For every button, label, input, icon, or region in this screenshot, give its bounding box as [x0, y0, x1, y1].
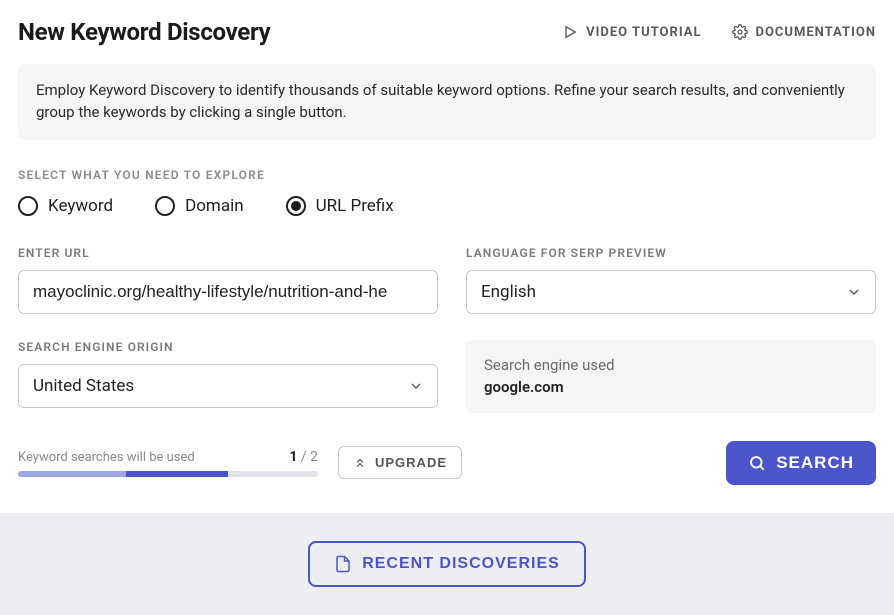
search-label: SEARCH — [776, 453, 854, 473]
radio-circle-icon — [286, 196, 306, 216]
url-field-label: ENTER URL — [18, 246, 438, 260]
origin-field-label: SEARCH ENGINE ORIGIN — [18, 340, 438, 354]
documentation-label: DOCUMENTATION — [756, 25, 877, 40]
explore-radio-url-prefix[interactable]: URL Prefix — [286, 196, 394, 216]
radio-circle-icon — [18, 196, 38, 216]
chevrons-up-icon — [353, 456, 367, 470]
page-title: New Keyword Discovery — [18, 18, 270, 46]
explore-radio-keyword[interactable]: Keyword — [18, 196, 113, 216]
search-engine-value: google.com — [484, 376, 858, 399]
origin-select[interactable]: United States — [18, 364, 438, 408]
radio-label: Keyword — [48, 196, 113, 216]
info-banner: Employ Keyword Discovery to identify tho… — [18, 64, 876, 140]
search-button[interactable]: SEARCH — [726, 441, 876, 485]
search-engine-label: Search engine used — [484, 354, 858, 377]
explore-section-label: SELECT WHAT YOU NEED TO EXPLORE — [18, 168, 876, 182]
language-field-label: LANGUAGE FOR SERP PREVIEW — [466, 246, 876, 260]
video-tutorial-link[interactable]: VIDEO TUTORIAL — [562, 24, 701, 40]
radio-circle-icon — [155, 196, 175, 216]
origin-select-value: United States — [33, 376, 134, 396]
file-icon — [334, 555, 352, 573]
recent-discoveries-button[interactable]: RECENT DISCOVERIES — [308, 541, 586, 587]
usage-count: 1 / 2 — [289, 449, 318, 465]
usage-progress — [18, 471, 318, 477]
play-icon — [562, 24, 578, 40]
explore-radio-group: Keyword Domain URL Prefix — [18, 196, 876, 216]
usage-text: Keyword searches will be used — [18, 450, 195, 465]
upgrade-button[interactable]: UPGRADE — [338, 446, 462, 479]
recent-discoveries-label: RECENT DISCOVERIES — [362, 555, 560, 573]
search-engine-info: Search engine used google.com — [466, 340, 876, 413]
radio-label: URL Prefix — [316, 196, 394, 216]
radio-label: Domain — [185, 196, 244, 216]
video-tutorial-label: VIDEO TUTORIAL — [586, 25, 701, 40]
upgrade-label: UPGRADE — [375, 455, 447, 470]
language-select-value: English — [481, 282, 536, 302]
language-select[interactable]: English — [466, 270, 876, 314]
explore-radio-domain[interactable]: Domain — [155, 196, 244, 216]
documentation-link[interactable]: DOCUMENTATION — [732, 24, 877, 40]
search-icon — [748, 454, 766, 472]
url-input[interactable] — [18, 270, 438, 314]
gear-icon — [732, 24, 748, 40]
